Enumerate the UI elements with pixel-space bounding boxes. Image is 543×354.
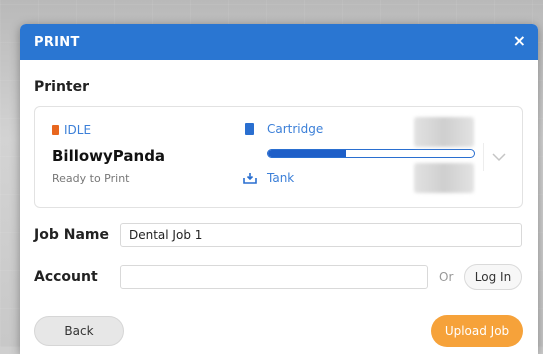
- blurred-cartridge-image: [414, 117, 474, 147]
- printer-status-icon: [52, 125, 59, 135]
- back-button[interactable]: Back: [34, 316, 124, 346]
- job-name-label: Job Name: [34, 227, 109, 243]
- cartridge-label: Cartridge: [267, 122, 324, 136]
- or-label: Or: [439, 270, 454, 284]
- dialog-title: PRINT: [34, 35, 80, 50]
- print-dialog: PRINT × Printer IDLE BillowyPanda Ready …: [20, 24, 538, 354]
- printer-substatus: Ready to Print: [52, 172, 130, 185]
- account-input[interactable]: [120, 265, 428, 289]
- job-name-input[interactable]: [120, 223, 522, 247]
- upload-job-button[interactable]: Upload Job: [431, 315, 523, 347]
- printer-name: BillowyPanda: [52, 147, 166, 165]
- printer-status: IDLE: [52, 123, 91, 137]
- tank-row: Tank: [243, 171, 294, 185]
- cartridge-level-fill: [268, 150, 347, 157]
- cartridge-icon: [245, 123, 254, 135]
- tank-icon: [243, 172, 257, 184]
- printer-section-label: Printer: [34, 79, 90, 95]
- tank-label: Tank: [267, 171, 295, 185]
- blurred-tank-image: [414, 163, 474, 193]
- dialog-header: PRINT ×: [20, 24, 538, 60]
- cartridge-level-bar: [267, 149, 475, 158]
- account-label: Account: [34, 269, 98, 285]
- printer-status-label: IDLE: [64, 123, 92, 137]
- close-icon[interactable]: ×: [513, 32, 526, 50]
- printer-card[interactable]: IDLE BillowyPanda Ready to Print Cartrid…: [34, 106, 523, 208]
- chevron-down-icon[interactable]: [483, 143, 514, 171]
- cartridge-row: Cartridge: [245, 122, 323, 136]
- log-in-button[interactable]: Log In: [464, 264, 522, 290]
